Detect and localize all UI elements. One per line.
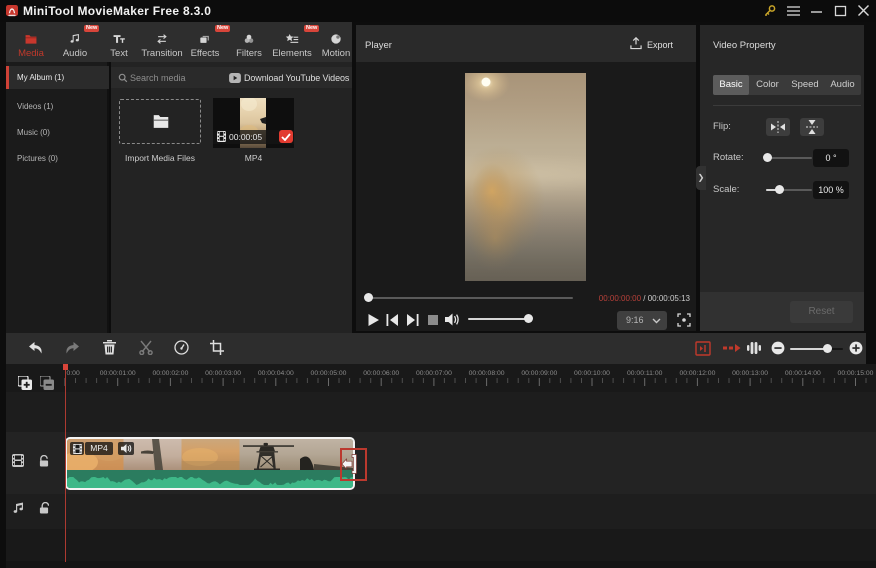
svg-text:00:00:15:00: 00:00:15:00 [838,370,874,377]
svg-text:0:00: 0:00 [67,370,80,377]
svg-text:00:00:05:00: 00:00:05:00 [311,370,347,377]
svg-text:00:00:14:00: 00:00:14:00 [785,370,821,377]
svg-text:00:00:12:00: 00:00:12:00 [679,370,715,377]
svg-text:00:00:10:00: 00:00:10:00 [574,370,610,377]
svg-text:00:00:02:00: 00:00:02:00 [152,370,188,377]
svg-text:00:00:11:00: 00:00:11:00 [627,370,663,377]
svg-text:00:00:06:00: 00:00:06:00 [363,370,399,377]
svg-text:00:00:04:00: 00:00:04:00 [258,370,294,377]
svg-text:00:00:09:00: 00:00:09:00 [521,370,557,377]
svg-text:00:00:03:00: 00:00:03:00 [205,370,241,377]
svg-text:00:00:07:00: 00:00:07:00 [416,370,452,377]
svg-text:00:00:08:00: 00:00:08:00 [469,370,505,377]
svg-text:00:00:13:00: 00:00:13:00 [732,370,768,377]
svg-text:00:00:01:00: 00:00:01:00 [100,370,136,377]
